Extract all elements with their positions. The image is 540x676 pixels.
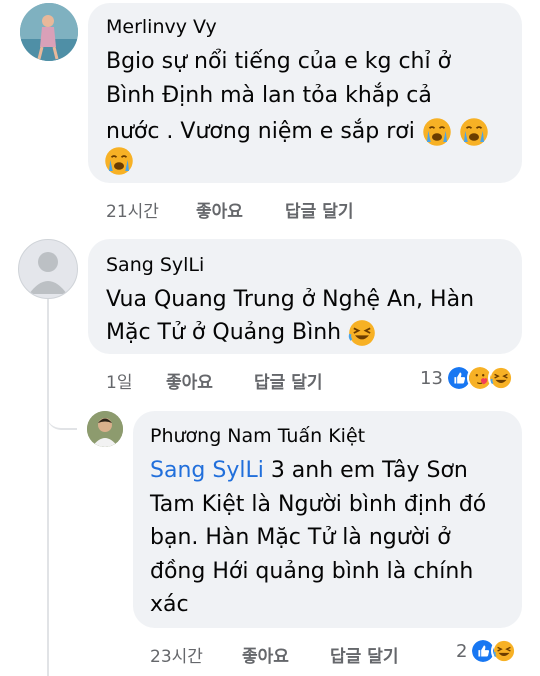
comment-author[interactable]: Phương Nam Tuấn Kiệt	[150, 425, 365, 447]
like-button[interactable]: 좋아요	[166, 368, 213, 393]
comment-bubble: Sang SylLi Vua Quang Trung ở Nghệ An, Hà…	[88, 239, 522, 354]
comment-text-line: bạn. Hàn Mặc Tử là người ở	[150, 525, 451, 550]
comment-author[interactable]: Merlinvy Vy	[106, 16, 217, 38]
mention-link[interactable]: Sang SylLi	[150, 458, 264, 483]
comment-text-line: xác	[150, 592, 189, 617]
like-button[interactable]: 좋아요	[242, 642, 289, 667]
thread-line	[47, 299, 49, 676]
like-button[interactable]: 좋아요	[196, 197, 243, 222]
reply-button[interactable]: 답글 달기	[254, 368, 322, 393]
avatar[interactable]	[18, 239, 78, 299]
comment-time[interactable]: 23시간	[150, 642, 203, 667]
comment-text: 3 anh em Tây Sơn	[263, 458, 468, 483]
avatar[interactable]	[87, 411, 123, 447]
reaction-count: 13	[420, 367, 443, 389]
reply-button[interactable]: 답글 달기	[330, 642, 398, 667]
comment-text-line: Tam Kiệt là Người bình định đó	[150, 492, 487, 517]
avatar[interactable]	[20, 3, 78, 61]
comment-text-line: Bgio sự nổi tiếng của e kg chỉ ở	[106, 49, 452, 74]
comment-text: nước . Vương niệm e sắp rơi	[106, 119, 415, 144]
reaction-summary[interactable]: 2	[456, 638, 518, 664]
comment-time[interactable]: 21시간	[106, 197, 159, 222]
laughing-emoji-icon	[348, 319, 377, 347]
crying-emoji-icon	[422, 117, 452, 147]
crying-emoji-icon	[104, 146, 134, 176]
comment-bubble: Phương Nam Tuấn Kiệt Sang SylLi 3 anh em…	[133, 411, 522, 628]
haha-reaction-icon	[487, 365, 514, 391]
comment-text: Mặc Tử ở Quảng Bình	[106, 320, 342, 345]
comment-text-line-with-emoji: Mặc Tử ở Quảng Bình	[106, 319, 377, 347]
reaction-summary[interactable]: 13	[420, 365, 514, 391]
crying-emoji-icon	[459, 117, 489, 147]
comment-text-line: đồng Hới quảng bình là chính	[150, 559, 474, 584]
comment-bubble: Merlinvy Vy Bgio sự nổi tiếng của e kg c…	[88, 3, 522, 183]
comment-author[interactable]: Sang SylLi	[106, 254, 204, 276]
comment-text-line: Sang SylLi 3 anh em Tây Sơn	[150, 458, 468, 483]
comment-text-line-with-emoji: nước . Vương niệm e sắp rơi	[106, 117, 489, 147]
comment-time[interactable]: 1일	[106, 368, 132, 393]
haha-reaction-icon	[491, 638, 518, 664]
comment-text-line: Vua Quang Trung ở Nghệ An, Hàn	[106, 287, 475, 312]
reply-connector	[47, 402, 77, 430]
comment-text-line: Bình Định mà lan tỏa khắp cả	[106, 83, 432, 108]
reaction-count: 2	[456, 640, 468, 662]
reply-button[interactable]: 답글 달기	[285, 197, 353, 222]
